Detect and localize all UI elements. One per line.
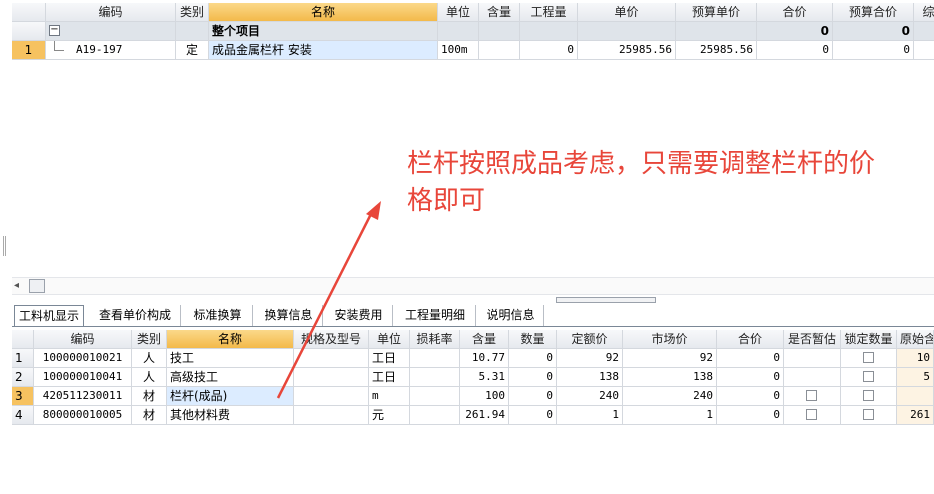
- annotation-arrow: [276, 201, 381, 399]
- annotation-line-1: 栏杆按照成品考虑，只需要调整栏杆的价: [407, 149, 876, 179]
- annotation-line-2: 格即可: [407, 186, 486, 216]
